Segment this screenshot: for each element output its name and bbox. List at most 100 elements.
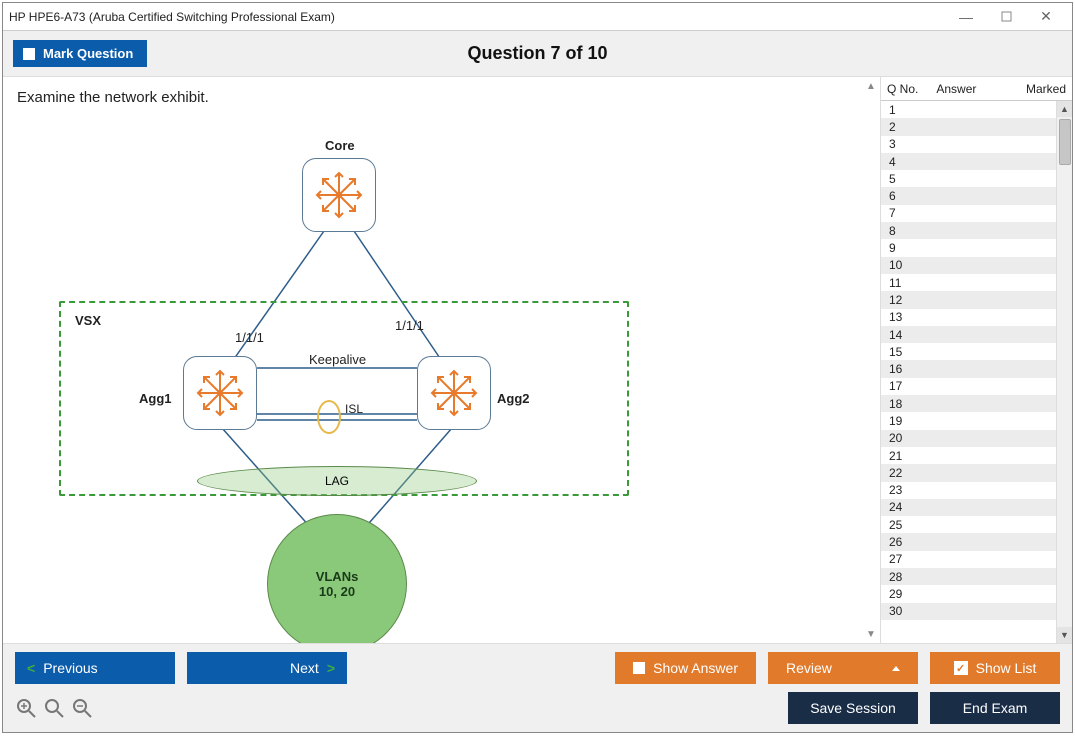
scroll-down-icon[interactable]: ▼: [864, 627, 878, 641]
previous-button[interactable]: < Previous: [15, 652, 175, 684]
question-row[interactable]: 3: [881, 136, 1072, 153]
keepalive-label: Keepalive: [309, 352, 366, 367]
col-marked: Marked: [1026, 82, 1066, 96]
scroll-down-arrow-icon[interactable]: ▼: [1057, 627, 1072, 643]
question-row[interactable]: 21: [881, 447, 1072, 464]
question-row[interactable]: 12: [881, 291, 1072, 308]
zoom-out-icon[interactable]: [71, 697, 93, 719]
window-controls: — ✕: [946, 4, 1066, 30]
agg2-switch-icon: [417, 356, 491, 430]
checkbox-checked-icon: ✓: [954, 661, 968, 675]
next-label: Next: [290, 660, 319, 676]
scroll-up-arrow-icon[interactable]: ▲: [1057, 101, 1072, 117]
agg1-switch-icon: [183, 356, 257, 430]
mark-question-label: Mark Question: [43, 46, 133, 61]
agg1-label: Agg1: [139, 391, 172, 406]
vlans-circle-icon: VLANs 10, 20: [267, 514, 407, 643]
scroll-up-icon[interactable]: ▲: [864, 79, 878, 93]
show-list-button[interactable]: ✓ Show List: [930, 652, 1060, 684]
question-list-wrap: 1234567891011121314151617181920212223242…: [881, 101, 1072, 643]
core-label: Core: [325, 138, 355, 153]
port-right-label: 1/1/1: [395, 318, 424, 333]
chevron-right-icon: >: [327, 660, 335, 676]
next-button[interactable]: Next >: [187, 652, 347, 684]
question-row[interactable]: 29: [881, 585, 1072, 602]
question-row[interactable]: 24: [881, 499, 1072, 516]
triangle-up-icon: [892, 666, 900, 671]
review-label: Review: [786, 660, 832, 676]
mark-question-button[interactable]: Mark Question: [13, 40, 147, 67]
question-row[interactable]: 6: [881, 187, 1072, 204]
question-row[interactable]: 22: [881, 464, 1072, 481]
network-exhibit: VSX Core: [17, 116, 657, 586]
end-exam-label: End Exam: [963, 700, 1028, 716]
question-row[interactable]: 17: [881, 378, 1072, 395]
zoom-in-icon[interactable]: [15, 697, 37, 719]
question-row[interactable]: 13: [881, 309, 1072, 326]
end-exam-button[interactable]: End Exam: [930, 692, 1060, 724]
question-row[interactable]: 25: [881, 516, 1072, 533]
vlans-label-1: VLANs: [316, 569, 359, 584]
show-list-label: Show List: [976, 660, 1037, 676]
show-answer-label: Show Answer: [653, 660, 738, 676]
question-row[interactable]: 4: [881, 153, 1072, 170]
show-answer-button[interactable]: Show Answer: [615, 652, 756, 684]
question-row[interactable]: 11: [881, 274, 1072, 291]
question-row[interactable]: 26: [881, 533, 1072, 550]
app-window: HP HPE6-A73 (Aruba Certified Switching P…: [2, 2, 1073, 733]
question-row[interactable]: 14: [881, 326, 1072, 343]
question-row[interactable]: 5: [881, 170, 1072, 187]
zoom-controls: [15, 697, 93, 719]
core-switch-icon: [302, 158, 376, 232]
col-qno: Q No.: [887, 82, 918, 96]
question-row[interactable]: 1: [881, 101, 1072, 118]
question-row[interactable]: 8: [881, 222, 1072, 239]
header-row: Mark Question Question 7 of 10: [3, 31, 1072, 77]
footer-row-2: Save Session End Exam: [15, 692, 1060, 724]
question-row[interactable]: 23: [881, 482, 1072, 499]
chevron-left-icon: <: [27, 660, 35, 676]
question-row[interactable]: 27: [881, 551, 1072, 568]
previous-label: Previous: [43, 660, 97, 676]
question-prompt: Examine the network exhibit.: [17, 89, 866, 106]
question-row[interactable]: 28: [881, 568, 1072, 585]
question-row[interactable]: 19: [881, 412, 1072, 429]
scroll-thumb[interactable]: [1059, 119, 1071, 165]
question-row[interactable]: 20: [881, 430, 1072, 447]
isl-ring-icon: [317, 400, 341, 434]
main-area: ▲ ▼ Examine the network exhibit.: [3, 77, 1072, 643]
checkbox-empty-icon: [633, 662, 645, 674]
question-row[interactable]: 16: [881, 360, 1072, 377]
zoom-reset-icon[interactable]: [43, 697, 65, 719]
content-pane: ▲ ▼ Examine the network exhibit.: [3, 77, 880, 643]
question-row[interactable]: 7: [881, 205, 1072, 222]
question-list-header: Q No. Answer Marked: [881, 77, 1072, 101]
vsx-label: VSX: [75, 313, 101, 328]
question-row[interactable]: 18: [881, 395, 1072, 412]
agg2-label: Agg2: [497, 391, 530, 406]
question-row[interactable]: 9: [881, 239, 1072, 256]
question-row[interactable]: 10: [881, 257, 1072, 274]
save-session-label: Save Session: [810, 700, 896, 716]
footer: < Previous Next > Show Answer Review ✓ S…: [3, 643, 1072, 732]
minimize-button[interactable]: —: [946, 4, 986, 30]
lag-label: LAG: [325, 474, 349, 488]
save-session-button[interactable]: Save Session: [788, 692, 918, 724]
review-dropdown[interactable]: Review: [768, 652, 918, 684]
footer-row-1: < Previous Next > Show Answer Review ✓ S…: [15, 652, 1060, 684]
question-list-panel: Q No. Answer Marked 12345678910111213141…: [880, 77, 1072, 643]
port-left-label: 1/1/1: [235, 330, 264, 345]
isl-label: ISL: [345, 402, 363, 416]
question-row[interactable]: 30: [881, 603, 1072, 620]
question-list[interactable]: 1234567891011121314151617181920212223242…: [881, 101, 1072, 643]
close-button[interactable]: ✕: [1026, 4, 1066, 30]
question-list-scrollbar[interactable]: ▲ ▼: [1056, 101, 1072, 643]
window-title: HP HPE6-A73 (Aruba Certified Switching P…: [9, 10, 946, 24]
lag-ellipse-icon: LAG: [197, 466, 477, 496]
title-bar: HP HPE6-A73 (Aruba Certified Switching P…: [3, 3, 1072, 31]
col-answer: Answer: [936, 82, 976, 96]
question-counter: Question 7 of 10: [3, 43, 1072, 64]
maximize-button[interactable]: [986, 4, 1026, 30]
question-row[interactable]: 15: [881, 343, 1072, 360]
question-row[interactable]: 2: [881, 118, 1072, 135]
